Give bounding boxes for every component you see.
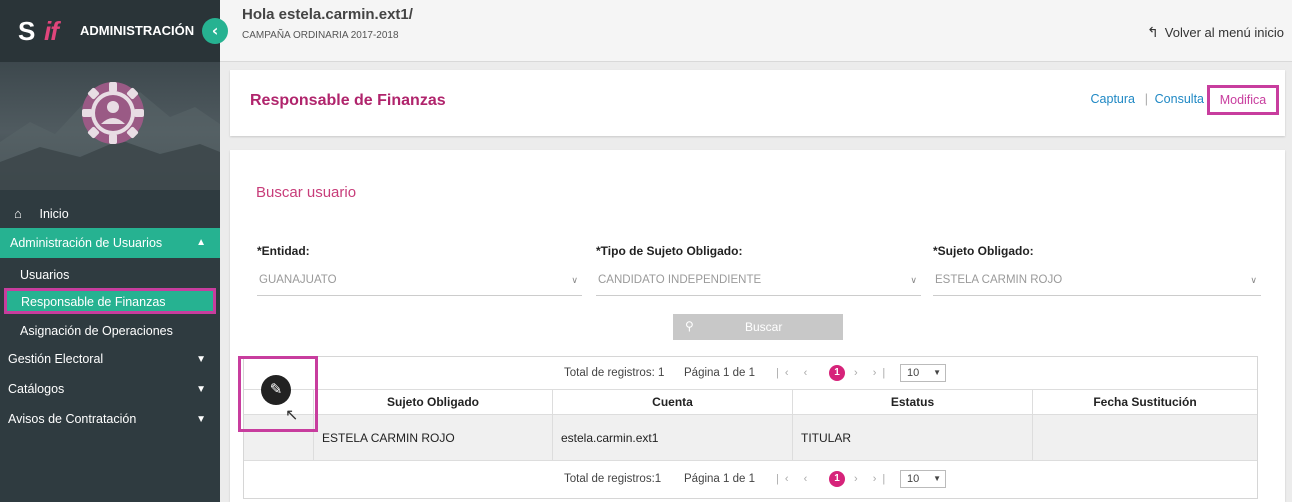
page-size-value: 10 bbox=[907, 473, 920, 485]
sidebar-collapse-button[interactable]: ‹ bbox=[202, 18, 228, 44]
edit-pencil-icon[interactable]: ✎ bbox=[261, 375, 291, 405]
table-row: ESTELA CARMIN ROJO estela.carmin.ext1 TI… bbox=[244, 415, 1257, 461]
results-table: Total de registros: 1 Página 1 de 1 |‹ ‹… bbox=[243, 356, 1258, 499]
tipo-sujeto-label: *Tipo de Sujeto Obligado: bbox=[596, 244, 743, 258]
tab-modifica[interactable]: Modifica bbox=[1207, 85, 1279, 115]
total-records: Total de registros:1 bbox=[564, 473, 662, 485]
column-header: Fecha Sustitución bbox=[1093, 395, 1197, 409]
next-last-page-icon[interactable]: › ›| bbox=[854, 473, 891, 485]
page-size-value: 10 bbox=[907, 367, 920, 379]
sujeto-obligado-select[interactable]: ESTELA CARMIN ROJO ∨ bbox=[933, 266, 1261, 296]
home-icon: ⌂ bbox=[14, 206, 22, 221]
edit-highlight-box: ✎ ↖ bbox=[238, 356, 318, 432]
sidebar-item-inicio[interactable]: ⌂ Inicio bbox=[0, 198, 220, 228]
search-title: Buscar usuario bbox=[256, 184, 357, 201]
caret-down-icon: ▼ bbox=[933, 474, 941, 483]
current-page-button[interactable]: 1 bbox=[829, 365, 845, 381]
entidad-select[interactable]: GUANAJUATO ∨ bbox=[257, 266, 582, 296]
first-prev-page-icon[interactable]: |‹ ‹ bbox=[776, 473, 813, 485]
search-button[interactable]: ⚲ Buscar bbox=[673, 314, 843, 340]
reply-arrow-icon: ↰ bbox=[1147, 24, 1159, 40]
column-header: Estatus bbox=[793, 390, 1033, 415]
sidebar-subitem-usuarios[interactable]: Usuarios bbox=[0, 262, 220, 288]
back-to-menu-label: Volver al menú inicio bbox=[1164, 25, 1284, 40]
table-cell: TITULAR bbox=[793, 415, 1033, 461]
table-header: Sujeto Obligado Cuenta Estatus Fecha Sus… bbox=[244, 389, 1257, 415]
sujeto-obligado-label: *Sujeto Obligado: bbox=[933, 244, 1034, 258]
chevron-down-icon: ∨ bbox=[571, 275, 578, 285]
pager-top: Total de registros: 1 Página 1 de 1 |‹ ‹… bbox=[244, 361, 1257, 387]
sidebar-item-label: Catálogos bbox=[8, 382, 65, 396]
pager-bottom: Total de registros:1 Página 1 de 1 |‹ ‹ … bbox=[244, 467, 1257, 493]
table-cell: ESTELA CARMIN ROJO bbox=[314, 415, 553, 461]
user-avatar-icon bbox=[82, 82, 144, 144]
profile-banner bbox=[0, 62, 220, 190]
search-icon: ⚲ bbox=[685, 319, 694, 333]
sidebar-subitem-responsable-finanzas[interactable]: Responsable de Finanzas bbox=[4, 288, 216, 314]
campaign-label: CAMPAÑA ORDINARIA 2017-2018 bbox=[242, 30, 399, 41]
brand-title: ADMINISTRACIÓN bbox=[80, 23, 195, 38]
tipo-sujeto-select[interactable]: CANDIDATO INDEPENDIENTE ∨ bbox=[596, 266, 921, 296]
first-prev-page-icon[interactable]: |‹ ‹ bbox=[776, 367, 813, 379]
entidad-label: *Entidad: bbox=[257, 244, 310, 258]
chevron-down-icon: ▼ bbox=[196, 384, 206, 395]
page-title: Responsable de Finanzas bbox=[250, 92, 446, 109]
chevron-down-icon: ∨ bbox=[1250, 275, 1257, 285]
brand-bar: S if ADMINISTRACIÓN bbox=[0, 0, 220, 62]
tab-separator: | bbox=[1144, 92, 1148, 106]
page-size-select[interactable]: 10 ▼ bbox=[900, 470, 946, 488]
total-records: Total de registros: 1 bbox=[564, 367, 665, 379]
page-indicator: Página 1 de 1 bbox=[684, 367, 755, 379]
logo-s: S bbox=[18, 16, 35, 46]
chevron-left-icon: ‹ bbox=[211, 21, 219, 40]
back-to-menu-link[interactable]: ↰ Volver al menú inicio bbox=[1147, 24, 1284, 41]
tipo-sujeto-value: CANDIDATO INDEPENDIENTE bbox=[598, 274, 762, 286]
sidebar-item-label: Avisos de Contratación bbox=[8, 412, 137, 426]
mouse-cursor-icon: ↖ bbox=[285, 407, 299, 424]
entidad-value: GUANAJUATO bbox=[259, 274, 337, 286]
sidebar-subitem-asignacion-operaciones[interactable]: Asignación de Operaciones bbox=[0, 318, 220, 344]
user-greeting: Hola estela.carmin.ext1/ bbox=[242, 6, 413, 23]
sujeto-obligado-value: ESTELA CARMIN ROJO bbox=[935, 274, 1063, 286]
page-size-select[interactable]: 10 ▼ bbox=[900, 364, 946, 382]
logo-if: if bbox=[44, 16, 59, 46]
page-indicator: Página 1 de 1 bbox=[684, 473, 755, 485]
sidebar-item-label: Administración de Usuarios bbox=[10, 236, 163, 250]
chevron-up-icon: ▲ bbox=[196, 237, 206, 248]
column-header: Sujeto Obligado bbox=[314, 390, 553, 415]
sidebar-item-administracion-usuarios[interactable]: Administración de Usuarios ▲ bbox=[0, 228, 220, 258]
sidebar-item-gestion-electoral[interactable]: Gestión Electoral ▼ bbox=[0, 346, 220, 374]
top-header: Hola estela.carmin.ext1/ CAMPAÑA ORDINAR… bbox=[220, 0, 1292, 62]
search-card: Buscar usuario *Entidad: *Tipo de Sujeto… bbox=[230, 150, 1285, 502]
table-cell: estela.carmin.ext1 bbox=[553, 415, 793, 461]
tab-captura[interactable]: Captura bbox=[1091, 92, 1135, 106]
search-button-label: Buscar bbox=[745, 320, 783, 334]
sidebar-item-label: Inicio bbox=[39, 207, 69, 221]
sidebar-item-avisos-contratacion[interactable]: Avisos de Contratación ▼ bbox=[0, 406, 220, 434]
tab-consulta[interactable]: Consulta bbox=[1155, 92, 1204, 106]
sidebar-item-label: Gestión Electoral bbox=[8, 352, 104, 366]
page-title-card: Responsable de Finanzas Captura | Consul… bbox=[230, 70, 1285, 136]
column-header: Cuenta bbox=[553, 390, 793, 415]
next-last-page-icon[interactable]: › ›| bbox=[854, 367, 891, 379]
caret-down-icon: ▼ bbox=[933, 368, 941, 377]
current-page-button[interactable]: 1 bbox=[829, 471, 845, 487]
sidebar-item-catalogos[interactable]: Catálogos ▼ bbox=[0, 376, 220, 404]
chevron-down-icon: ∨ bbox=[910, 275, 917, 285]
table-cell bbox=[1033, 415, 1257, 461]
chevron-down-icon: ▼ bbox=[196, 354, 206, 365]
sidebar: S if ADMINISTRACIÓN ⌂ Inicio Administrac… bbox=[0, 0, 220, 502]
chevron-down-icon: ▼ bbox=[196, 414, 206, 425]
